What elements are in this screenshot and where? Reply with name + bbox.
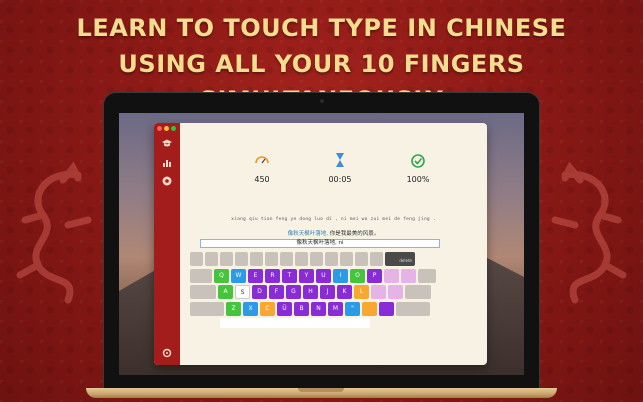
settings-icon[interactable] <box>161 347 173 359</box>
key[interactable] <box>235 252 248 266</box>
camera-icon <box>320 99 324 103</box>
key[interactable] <box>418 268 436 283</box>
keyboard-row: delete <box>190 252 465 266</box>
dragon-icon-left <box>16 161 92 304</box>
key-c[interactable]: C <box>260 301 275 316</box>
key-n[interactable]: N <box>311 301 326 316</box>
key-g[interactable]: G <box>286 285 301 299</box>
key[interactable] <box>401 268 416 283</box>
key[interactable] <box>388 285 403 299</box>
key-s[interactable]: S <box>235 285 250 299</box>
laptop-notch <box>298 388 344 392</box>
keyboard-row: QWERTYUIOP <box>190 268 465 283</box>
key-t[interactable]: T <box>282 268 297 283</box>
speedometer-icon <box>255 156 269 164</box>
headline-line-1: LEARN TO TOUCH TYPE IN CHINESE <box>76 14 567 42</box>
key[interactable] <box>250 252 263 266</box>
key[interactable] <box>340 252 353 266</box>
dragon-icon-right <box>551 161 627 304</box>
key-m[interactable]: M <box>328 301 343 316</box>
spacebar[interactable] <box>220 318 370 328</box>
key[interactable] <box>190 268 212 283</box>
key-e[interactable]: E <box>248 268 263 283</box>
key-o[interactable]: O <box>350 268 365 283</box>
key-q[interactable]: Q <box>214 268 229 283</box>
key-u[interactable]: U <box>316 268 331 283</box>
key-b[interactable]: B <box>294 301 309 316</box>
key[interactable] <box>190 285 216 299</box>
key-a[interactable]: A <box>218 285 233 299</box>
key-y[interactable]: Y <box>299 268 314 283</box>
key-ü[interactable]: Ü <box>277 301 292 316</box>
graduation-cap-icon[interactable] <box>161 137 173 149</box>
key[interactable] <box>371 285 386 299</box>
key[interactable] <box>370 252 383 266</box>
stats-bar: 450 00:05 100% <box>180 151 487 191</box>
typing-input[interactable]: 像秋天枫叶落地, ni <box>200 239 440 248</box>
hourglass-icon <box>336 153 344 167</box>
speed-value: 450 <box>254 175 270 184</box>
target-icon <box>411 154 425 168</box>
key-h[interactable]: H <box>303 285 318 299</box>
key[interactable] <box>190 252 203 266</box>
virtual-keyboard: delete Q W E R T Y U I O P A S D F G H J K L Z X C Ü B N M " <box>190 252 465 328</box>
key[interactable] <box>280 252 293 266</box>
time-value: 00:05 <box>328 175 352 184</box>
hanzi-remaining: 你是我最美的风景。 <box>329 231 380 237</box>
key[interactable] <box>295 252 308 266</box>
laptop-screen: 450 00:05 100% xiang qiu tian feng ye do… <box>119 113 524 375</box>
key[interactable] <box>379 301 394 316</box>
window-controls <box>157 126 176 131</box>
minimize-button[interactable] <box>164 126 169 131</box>
key-z[interactable]: Z <box>226 301 241 316</box>
key-p[interactable]: P <box>367 268 382 283</box>
key-i[interactable]: I <box>333 268 348 283</box>
keyboard-row: ASDFGHJKL <box>190 285 465 299</box>
key-l[interactable]: L <box>354 285 369 299</box>
key-f[interactable]: F <box>269 285 284 299</box>
key[interactable] <box>325 252 338 266</box>
close-button[interactable] <box>157 126 162 131</box>
key[interactable] <box>362 301 377 316</box>
speed-stat: 450 <box>232 151 292 184</box>
pinyin-line: xiang qiu tian feng ye dong luo di , ni … <box>231 217 436 222</box>
key-j[interactable]: J <box>320 285 335 299</box>
key-quote[interactable]: " <box>345 301 360 316</box>
key[interactable] <box>190 301 224 316</box>
accuracy-value: 100% <box>406 175 430 184</box>
app-window: 450 00:05 100% xiang qiu tian feng ye do… <box>154 123 487 365</box>
accuracy-stat: 100% <box>388 151 448 184</box>
key-delete[interactable]: delete <box>385 252 415 266</box>
key[interactable] <box>355 252 368 266</box>
key-w[interactable]: W <box>231 268 246 283</box>
time-stat: 00:05 <box>310 151 370 184</box>
keyboard-row: Z X C Ü B N M " <box>190 301 465 316</box>
key[interactable] <box>384 268 399 283</box>
zoom-button[interactable] <box>171 126 176 131</box>
hanzi-line: 像秋天枫叶落地, 你是我最美的风景。 <box>180 229 487 237</box>
key-d[interactable]: D <box>252 285 267 299</box>
key-x[interactable]: X <box>243 301 258 316</box>
key[interactable] <box>265 252 278 266</box>
hanzi-typed: 像秋天枫叶落地, <box>287 231 328 237</box>
key-k[interactable]: K <box>337 285 352 299</box>
key[interactable] <box>405 285 431 299</box>
key-r[interactable]: R <box>265 268 280 283</box>
key[interactable] <box>205 252 218 266</box>
sidebar <box>154 123 180 365</box>
laptop-base <box>86 388 557 398</box>
stats-icon[interactable] <box>161 157 173 169</box>
key[interactable] <box>396 301 430 316</box>
key[interactable] <box>310 252 323 266</box>
help-icon[interactable] <box>161 175 173 187</box>
key[interactable] <box>220 252 233 266</box>
